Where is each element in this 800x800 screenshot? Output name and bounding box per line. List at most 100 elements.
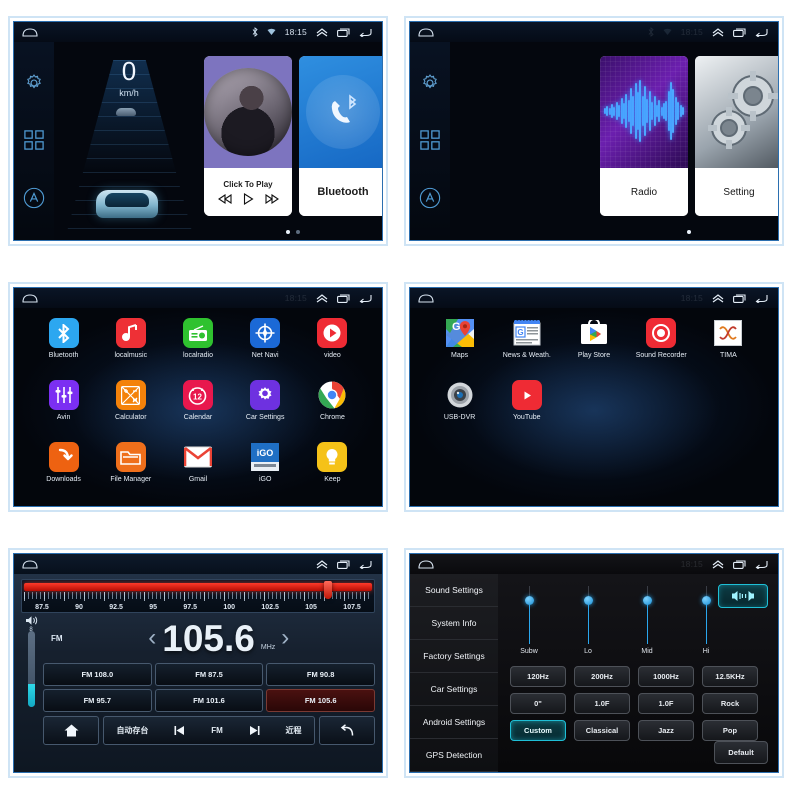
eq-button-12.5khz[interactable]: 12.5KHz — [702, 666, 758, 687]
recents-icon[interactable] — [733, 293, 746, 303]
eq-slider-knob[interactable] — [524, 596, 534, 605]
settings-nav-item-gps-detection[interactable]: GPS Detection — [410, 739, 498, 772]
back-icon[interactable] — [755, 560, 768, 569]
play-circle-icon[interactable] — [317, 318, 348, 348]
preset-button[interactable]: FM 95.7 — [43, 689, 152, 712]
next-station-icon[interactable] — [248, 725, 261, 736]
eq-slider-track[interactable] — [524, 586, 534, 644]
app-video[interactable]: video — [301, 318, 363, 380]
recents-icon[interactable] — [733, 27, 746, 37]
page-dot-active[interactable] — [286, 230, 290, 234]
sliders-icon[interactable] — [48, 380, 79, 410]
app-tima[interactable]: TIMA — [697, 318, 759, 380]
play-store-icon[interactable] — [579, 318, 609, 348]
home-icon[interactable] — [418, 559, 434, 569]
tima-icon[interactable] — [713, 318, 743, 348]
lightbulb-icon[interactable] — [317, 442, 348, 472]
settings-gear-icon[interactable] — [24, 73, 44, 93]
home-button[interactable] — [43, 716, 99, 745]
igo-icon[interactable]: iGO — [250, 442, 280, 472]
apps-grid-icon[interactable] — [420, 130, 440, 150]
folder-icon[interactable] — [115, 442, 146, 472]
preset-button[interactable]: FM 90.8 — [266, 663, 375, 686]
range-button[interactable]: 近程 — [286, 725, 302, 736]
chrome-icon[interactable] — [317, 380, 347, 410]
download-arrow-icon[interactable] — [48, 442, 79, 472]
speedometer-widget[interactable]: 0 km/h — [54, 42, 204, 240]
prev-station-icon[interactable] — [173, 725, 186, 736]
app-igo[interactable]: iGO iGO — [234, 442, 296, 504]
preset-button[interactable]: FM 87.5 — [154, 663, 264, 686]
play-icon[interactable] — [243, 192, 254, 205]
tile-setting[interactable]: Setting — [695, 56, 778, 216]
calculator-icon[interactable] — [115, 380, 146, 410]
app-youtube[interactable]: YouTube — [496, 380, 558, 442]
eq-slider-lo[interactable]: Lo — [571, 586, 605, 655]
app-sound-recorder[interactable]: Sound Recorder — [630, 318, 692, 380]
app-play-store[interactable]: Play Store — [563, 318, 625, 380]
app-bluetooth[interactable]: Bluetooth — [33, 318, 95, 380]
home-icon[interactable] — [22, 27, 38, 37]
eq-button-1.0f[interactable]: 1.0F — [638, 693, 694, 714]
eq-button-120hz[interactable]: 120Hz — [510, 666, 566, 687]
bluetooth-icon[interactable] — [48, 318, 79, 348]
preset-button[interactable]: FM 108.0 — [43, 663, 152, 686]
chevron-up-icon[interactable] — [316, 27, 328, 37]
app-downloads[interactable]: Downloads — [33, 442, 95, 504]
app-file-manager[interactable]: File Manager — [100, 442, 162, 504]
page-dot[interactable] — [296, 230, 300, 234]
chevron-up-icon[interactable] — [316, 293, 328, 303]
eq-slider-knob[interactable] — [642, 596, 652, 605]
frequency-dial[interactable]: 87.5 90 92.5 95 97.5 100 102.5 105 107.5 — [21, 579, 375, 613]
volume-track[interactable] — [27, 631, 35, 707]
app-keep[interactable]: Keep — [301, 442, 363, 504]
freq-down-button[interactable]: ‹ — [148, 624, 156, 652]
tile-radio[interactable]: Radio — [600, 56, 688, 216]
eq-button-classical[interactable]: Classical — [574, 720, 630, 741]
app-avin[interactable]: Avin — [33, 380, 95, 442]
app-calculator[interactable]: Calculator — [100, 380, 162, 442]
back-button[interactable] — [319, 716, 375, 745]
eq-slider-track[interactable] — [642, 586, 652, 644]
eq-slider-track[interactable] — [583, 586, 593, 644]
chevron-up-icon[interactable] — [712, 559, 724, 569]
camera-lens-icon[interactable] — [445, 380, 475, 410]
app-net-navi[interactable]: Net Navi — [234, 318, 296, 380]
back-icon[interactable] — [755, 294, 768, 303]
maps-icon[interactable]: G — [445, 318, 475, 348]
app-usb-dvr[interactable]: USB-DVR — [429, 380, 491, 442]
home-icon[interactable] — [418, 293, 434, 303]
recents-icon[interactable] — [337, 27, 350, 37]
settings-gear-icon[interactable] — [420, 73, 440, 93]
eq-button-200hz[interactable]: 200Hz — [574, 666, 630, 687]
settings-nav-item-factory-settings[interactable]: Factory Settings — [410, 640, 498, 673]
freq-up-button[interactable]: › — [281, 624, 289, 652]
volume-control[interactable]: 8 — [21, 615, 41, 707]
eq-button-rock[interactable]: Rock — [702, 693, 758, 714]
speaker-icon[interactable] — [25, 615, 38, 626]
recents-icon[interactable] — [337, 293, 350, 303]
app-car-settings[interactable]: Car Settings — [234, 380, 296, 442]
preset-button[interactable]: FM 105.6 — [266, 689, 375, 712]
radio-icon[interactable] — [182, 318, 213, 348]
eq-slider-knob[interactable] — [583, 596, 593, 605]
compass-icon[interactable] — [250, 318, 281, 348]
eq-button-1000hz[interactable]: 1000Hz — [638, 666, 694, 687]
preset-button[interactable]: FM 101.6 — [154, 689, 264, 712]
settings-nav-item-sound-settings[interactable]: Sound Settings — [410, 574, 498, 607]
settings-nav-item-system-info[interactable]: System Info — [410, 607, 498, 640]
eq-slider-mid[interactable]: Mid — [630, 586, 664, 655]
back-icon[interactable] — [755, 28, 768, 37]
recents-icon[interactable] — [337, 559, 350, 569]
assistant-icon[interactable] — [419, 187, 441, 209]
music-card[interactable]: Click To Play — [204, 56, 292, 216]
radio-band-button[interactable]: FM — [211, 726, 223, 735]
eq-slider-subw[interactable]: Subw — [512, 586, 546, 655]
home-icon[interactable] — [22, 293, 38, 303]
back-icon[interactable] — [359, 28, 372, 37]
default-button[interactable]: Default — [714, 741, 768, 764]
next-track-icon[interactable] — [264, 193, 279, 204]
page-dot-active[interactable] — [687, 230, 691, 234]
back-icon[interactable] — [359, 560, 372, 569]
envelope-icon[interactable] — [183, 442, 213, 472]
